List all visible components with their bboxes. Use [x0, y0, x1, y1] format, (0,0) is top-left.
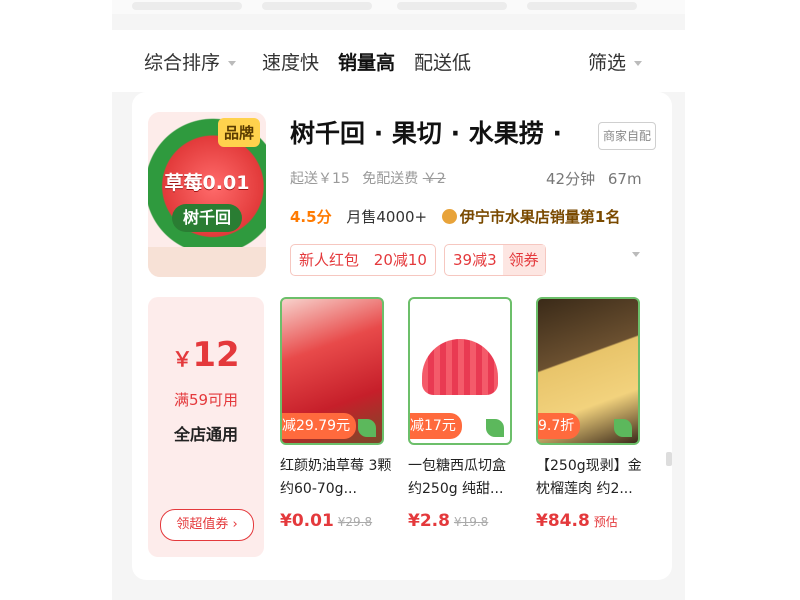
store-title[interactable]: 树千回 · 果切 · 水果捞 ·	[290, 114, 562, 150]
discount-badge: 减17元	[410, 413, 462, 439]
product-price: ¥84.8 预估	[536, 511, 652, 531]
leaf-icon	[614, 419, 632, 437]
sort-sales[interactable]: 销量高	[338, 48, 395, 75]
top-faded-strip	[112, 0, 685, 14]
current-price: ¥0.01	[280, 511, 334, 531]
discount-badge: 减29.79元	[282, 413, 357, 439]
sort-comprehensive-label: 综合排序	[144, 52, 221, 74]
voucher-scope: 全店通用	[173, 425, 238, 444]
sort-speed[interactable]: 速度快	[262, 48, 319, 75]
sort-comprehensive[interactable]: 综合排序	[144, 48, 237, 75]
faded-pill	[397, 2, 507, 10]
min-order: 起送￥15	[290, 171, 350, 187]
product-card[interactable]: 减17元 一包糖西瓜切盒 约250g 纯甜... ¥2.8 ¥19.8	[408, 297, 524, 531]
filter-button[interactable]: 筛选	[588, 48, 643, 75]
logo-bottom-decoration	[148, 247, 266, 277]
current-price: ¥84.8	[536, 511, 590, 531]
product-price: ¥2.8 ¥19.8	[408, 511, 524, 531]
delivery-time: 42分钟	[546, 170, 596, 188]
store-stats: 4.5分 月售4000+ 伊宁市水果店销量第1名	[290, 206, 620, 227]
current-price: ¥2.8	[408, 511, 450, 531]
rating: 4.5分	[290, 208, 332, 226]
faded-pill	[262, 2, 372, 10]
faded-pill	[132, 2, 242, 10]
estimated-label: 预估	[593, 515, 618, 529]
voucher-amount: ￥12	[148, 335, 264, 375]
logo-slogan: 草莓0.01	[164, 172, 250, 194]
chevron-down-icon	[634, 61, 643, 66]
app-screen: 综合排序 速度快 销量高 配送低 筛选 品牌 草莓0.01 树千回 树千回 · …	[112, 0, 685, 600]
sort-bar: 综合排序 速度快 销量高 配送低 筛选	[112, 30, 685, 92]
product-name: 【250g现剥】金枕榴莲肉 约2...	[536, 458, 642, 497]
delivery-info: 起送￥15 免配送费 ￥2	[290, 168, 446, 188]
distance: 67m	[607, 170, 642, 188]
rank-text: 伊宁市水果店销量第1名	[459, 208, 621, 226]
self-delivery-tag: 商家自配	[598, 122, 656, 150]
original-price: ¥29.8	[337, 515, 373, 529]
chevron-down-icon[interactable]	[632, 252, 640, 257]
store-voucher[interactable]: ￥12 满59可用 全店通用 领超值券 ›	[148, 297, 264, 557]
claim-coupon-button[interactable]: 领券	[502, 245, 545, 275]
product-card[interactable]: 减29.79元 红颜奶油草莓 3颗 约60-70g... ¥0.01 ¥29.8	[280, 297, 396, 531]
brand-badge: 品牌	[217, 118, 260, 147]
product-name: 一包糖西瓜切盒 约250g 纯甜...	[408, 458, 506, 497]
coupon-39-3-label: 39减3	[453, 251, 497, 269]
free-delivery: 免配送费	[362, 171, 419, 187]
watermelon-slice	[422, 339, 498, 395]
next-product-edge	[666, 452, 672, 466]
rank-badge[interactable]: 伊宁市水果店销量第1名	[441, 208, 621, 226]
leaf-icon	[486, 419, 504, 437]
chevron-down-icon	[228, 61, 237, 66]
store-card[interactable]: 品牌 草莓0.01 树千回 树千回 · 果切 · 水果捞 · 商家自配 起送￥1…	[132, 92, 672, 580]
product-name: 红颜奶油草莓 3颗 约60-70g...	[280, 458, 392, 497]
original-price: ¥19.8	[453, 515, 489, 529]
watermelon-image: 减17元	[408, 297, 512, 445]
leaf-icon	[358, 419, 376, 437]
voucher-currency: ￥	[172, 347, 193, 371]
store-logo[interactable]: 品牌 草莓0.01 树千回	[148, 112, 266, 277]
coupon-tag-39-3[interactable]: 39减3 领券	[444, 244, 546, 276]
coupon-new-user-label: 新人红包	[299, 251, 360, 269]
faded-pill	[527, 2, 637, 10]
discount-badge: 9.7折	[538, 413, 581, 439]
orig-delivery-fee: ￥2	[422, 171, 446, 187]
durian-image: 9.7折	[536, 297, 640, 445]
product-card[interactable]: 9.7折 【250g现剥】金枕榴莲肉 约2... ¥84.8 预估	[536, 297, 652, 531]
strawberry-image: 减29.79元	[280, 297, 384, 445]
logo-store-name: 树千回	[172, 204, 242, 232]
product-price: ¥0.01 ¥29.8	[280, 511, 396, 531]
coupon-tag-new-user[interactable]: 新人红包 20减10	[290, 244, 436, 276]
sort-delivery[interactable]: 配送低	[414, 48, 471, 75]
monthly-sales: 月售4000+	[346, 208, 428, 226]
filter-label: 筛选	[588, 52, 627, 74]
time-distance: 42分钟 67m	[546, 168, 642, 189]
claim-voucher-button[interactable]: 领超值券 ›	[160, 509, 254, 541]
medal-icon	[441, 209, 457, 224]
voucher-value: 12	[192, 335, 240, 375]
coupon-new-user-amount: 20减10	[373, 251, 427, 269]
voucher-condition: 满59可用	[173, 391, 239, 409]
